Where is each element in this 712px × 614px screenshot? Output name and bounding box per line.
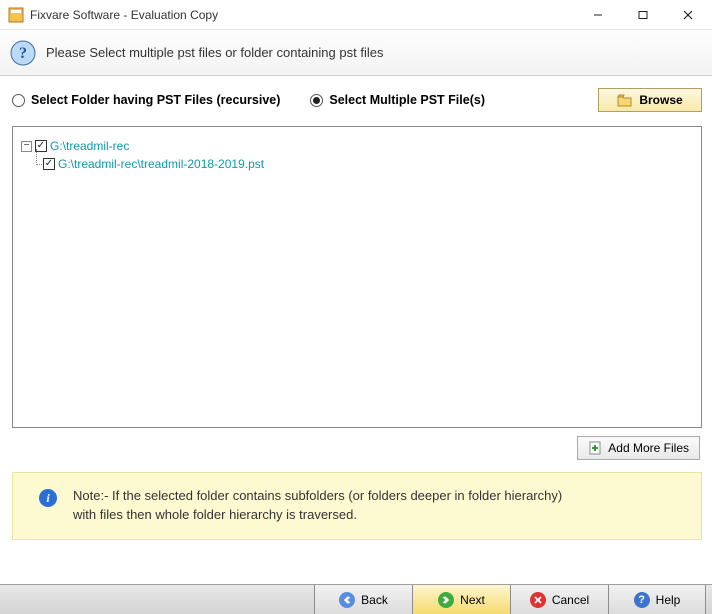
- cancel-icon: [530, 592, 546, 608]
- instruction-banner: ? Please Select multiple pst files or fo…: [0, 30, 712, 76]
- folder-icon: [617, 94, 633, 107]
- browse-button-label: Browse: [639, 93, 682, 107]
- question-icon: ?: [10, 40, 36, 66]
- tree-root-node[interactable]: − ✓ G:\treadmil-rec: [21, 137, 693, 155]
- next-button[interactable]: Next: [412, 585, 510, 614]
- maximize-button[interactable]: [620, 0, 665, 29]
- radio-multiple[interactable]: [310, 94, 323, 107]
- wizard-footer: Back Next Cancel ? Help: [0, 584, 712, 614]
- tree-child-node[interactable]: ✓ G:\treadmil-rec\treadmil-2018-2019.pst: [43, 155, 693, 173]
- next-button-label: Next: [460, 593, 485, 607]
- selection-mode-row: Select Folder having PST Files (recursiv…: [12, 88, 702, 112]
- radio-multiple-label[interactable]: Select Multiple PST File(s): [329, 93, 485, 107]
- help-icon: ?: [634, 592, 650, 608]
- radio-folder-label[interactable]: Select Folder having PST Files (recursiv…: [31, 93, 280, 107]
- checkbox-child[interactable]: ✓: [43, 158, 55, 170]
- note-box: i Note:- If the selected folder contains…: [12, 472, 702, 540]
- tree-child-label[interactable]: G:\treadmil-rec\treadmil-2018-2019.pst: [58, 155, 264, 173]
- app-icon: [8, 7, 24, 23]
- note-text: Note:- If the selected folder contains s…: [73, 487, 562, 525]
- help-button[interactable]: ? Help: [608, 585, 706, 614]
- browse-button[interactable]: Browse: [598, 88, 702, 112]
- window-title: Fixvare Software - Evaluation Copy: [30, 8, 218, 22]
- cancel-button-label: Cancel: [552, 593, 589, 607]
- info-icon: i: [39, 489, 57, 507]
- next-arrow-icon: [438, 592, 454, 608]
- titlebar: Fixvare Software - Evaluation Copy: [0, 0, 712, 30]
- file-tree-panel[interactable]: − ✓ G:\treadmil-rec ✓ G:\treadmil-rec\tr…: [12, 126, 702, 428]
- help-button-label: Help: [656, 593, 681, 607]
- collapse-icon[interactable]: −: [21, 141, 32, 152]
- minimize-button[interactable]: [575, 0, 620, 29]
- plus-icon: [588, 441, 602, 455]
- content-area: Select Folder having PST Files (recursiv…: [0, 76, 712, 548]
- add-more-files-button[interactable]: Add More Files: [577, 436, 700, 460]
- add-more-files-label: Add More Files: [608, 441, 689, 455]
- close-button[interactable]: [665, 0, 710, 29]
- radio-folder[interactable]: [12, 94, 25, 107]
- cancel-button[interactable]: Cancel: [510, 585, 608, 614]
- tree-root-label[interactable]: G:\treadmil-rec: [50, 137, 129, 155]
- back-button[interactable]: Back: [314, 585, 412, 614]
- back-arrow-icon: [339, 592, 355, 608]
- svg-text:?: ?: [19, 45, 27, 62]
- back-button-label: Back: [361, 593, 388, 607]
- instruction-text: Please Select multiple pst files or fold…: [46, 45, 383, 60]
